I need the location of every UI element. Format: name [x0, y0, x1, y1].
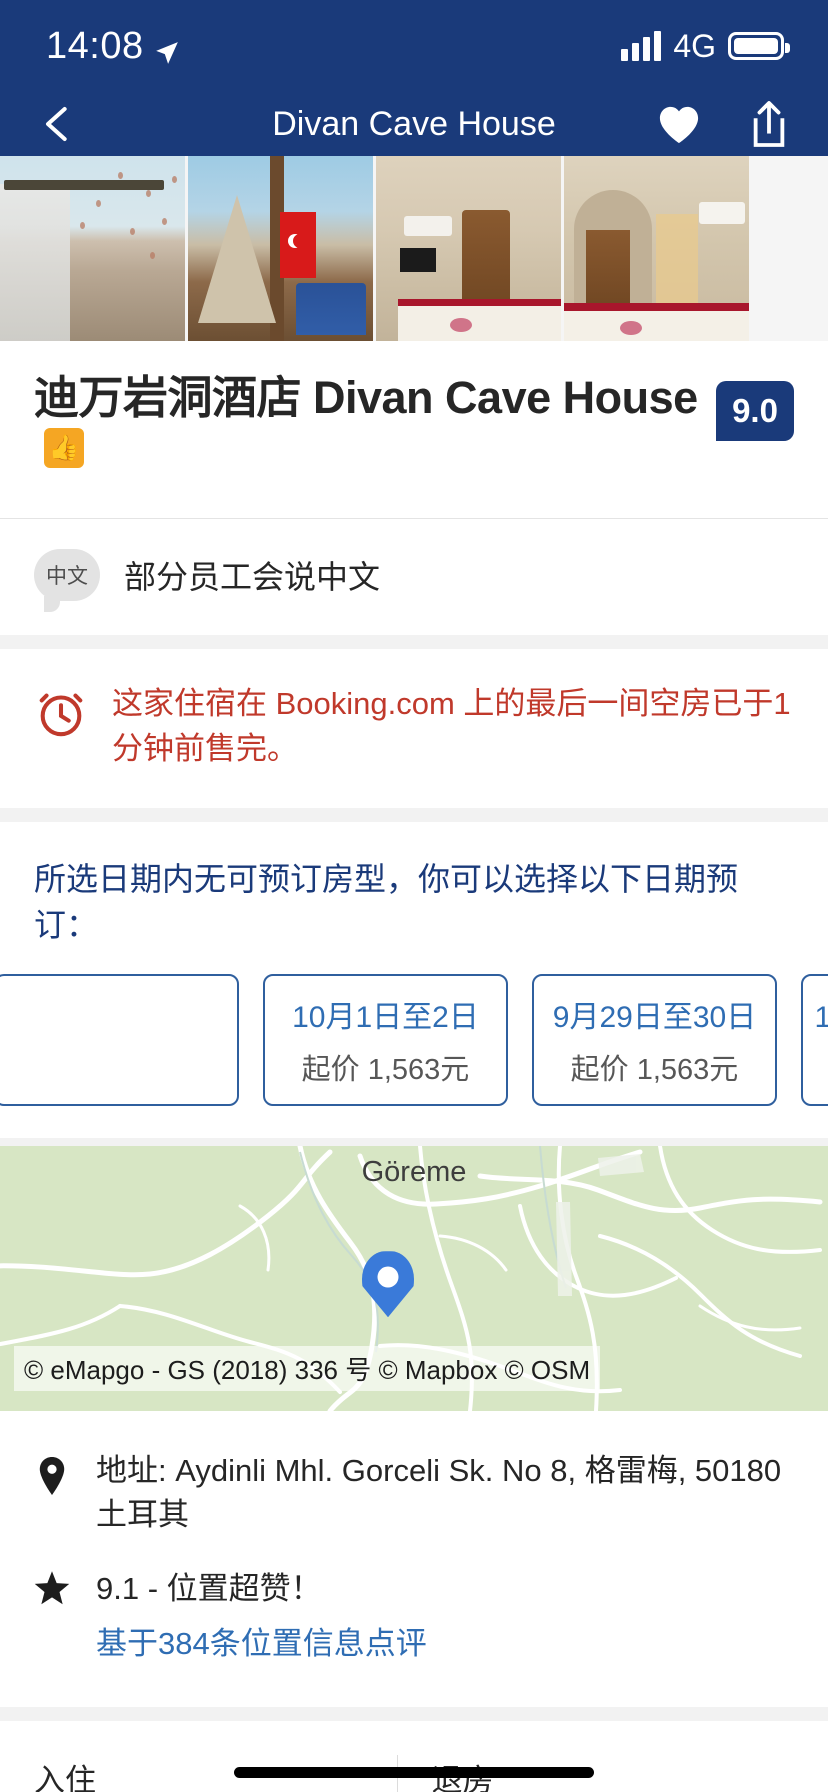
- fairy-chimney-rock: [198, 195, 276, 323]
- section-separator: [0, 1707, 828, 1722]
- section-separator: [0, 635, 828, 649]
- star-icon: [34, 1563, 70, 1606]
- heart-icon: [659, 106, 699, 144]
- section-separator: [0, 1138, 828, 1147]
- gallery-photo[interactable]: [376, 156, 561, 341]
- alert-row: 这家住宿在 Booking.com 上的最后一间空房已于1分钟前售完。: [0, 649, 828, 808]
- status-bar-time: 14:08: [46, 24, 144, 67]
- alternative-dates-carousel[interactable]: 10月1日至2日 起价 1,563元 9月29日至30日 起价 1,563元 1…: [0, 948, 828, 1138]
- alternative-dates-block: 所选日期内无可预订房型，你可以选择以下日期预订： 10月1日至2日 起价 1,5…: [0, 822, 828, 1139]
- stay-dates-card: 入住 10月3日 周四 退房 10月4日 周五: [0, 1721, 828, 1792]
- app-screen: 14:08 4G Divan Cave House 迪万岩洞酒店 Divan C…: [0, 0, 828, 1792]
- bed: [564, 303, 749, 341]
- property-header-card: 迪万岩洞酒店 Divan Cave House 9.0 中文 部分员工会说中文: [0, 341, 828, 635]
- chevron-left-icon: [46, 107, 67, 141]
- location-map[interactable]: Göreme © eMapgo - GS (2018) 336 号 © Mapb…: [0, 1146, 828, 1412]
- title-row: 迪万岩洞酒店 Divan Cave House 9.0: [0, 341, 828, 518]
- battery-icon: [728, 32, 790, 60]
- location-score-text: 9.1 - 位置超赞！: [96, 1571, 322, 1607]
- property-name: 迪万岩洞酒店 Divan Cave House: [34, 372, 698, 423]
- language-text: 部分员工会说中文: [124, 559, 381, 595]
- turkish-flag: [280, 212, 316, 278]
- review-score-badge[interactable]: 9.0: [716, 381, 794, 441]
- wooden-door: [586, 230, 630, 312]
- status-bar-left: 14:08: [46, 25, 180, 68]
- hot-air-balloons: [0, 156, 185, 341]
- air-conditioner: [699, 202, 745, 224]
- address-text: 地址: Aydinli Mhl. Gorceli Sk. No 8, 格雷梅, …: [96, 1453, 782, 1533]
- share-button[interactable]: [748, 99, 790, 149]
- map-attribution[interactable]: © eMapgo - GS (2018) 336 号 © Mapbox © OS…: [14, 1346, 601, 1392]
- date-option-card[interactable]: 10月1日至2日 起价 1,563元: [263, 974, 508, 1107]
- status-bar: 14:08 4G: [0, 0, 828, 92]
- date-price: 起价 1,563元: [301, 1054, 470, 1087]
- date-range: 10月1日至2日: [292, 1001, 479, 1035]
- gallery-photo[interactable]: [0, 156, 185, 341]
- location-score-body: 9.1 - 位置超赞！ 基于384条位置信息点评: [96, 1563, 794, 1663]
- gallery-photo[interactable]: [564, 156, 749, 341]
- alert-text: 这家住宿在 Booking.com 上的最后一间空房已于1分钟前售完。: [112, 686, 791, 767]
- cafe-guests: [296, 283, 366, 335]
- date-option-card[interactable]: 11月25日至26日 起价 570元: [801, 974, 828, 1107]
- property-name-wrap: 迪万岩洞酒店 Divan Cave House: [34, 369, 700, 488]
- location-info-card: 地址: Aydinli Mhl. Gorceli Sk. No 8, 格雷梅, …: [0, 1411, 828, 1708]
- tv-set: [400, 248, 436, 272]
- date-range: 11月25日至26日: [814, 1001, 828, 1035]
- bed: [398, 299, 561, 341]
- date-option-card[interactable]: [0, 974, 239, 1107]
- date-range: 9月29日至30日: [552, 1001, 757, 1035]
- alternative-dates-card: 所选日期内无可预订房型，你可以选择以下日期预订： 10月1日至2日 起价 1,5…: [0, 821, 828, 1139]
- nav-actions: [656, 99, 790, 149]
- status-bar-right: 4G: [621, 27, 790, 65]
- share-icon: [753, 101, 785, 147]
- home-indicator: [234, 1767, 594, 1778]
- air-conditioner: [404, 216, 452, 236]
- alternative-dates-lead: 所选日期内无可预订房型，你可以选择以下日期预订：: [34, 860, 739, 943]
- date-price: 起价 1,563元: [570, 1054, 739, 1087]
- address-row[interactable]: 地址: Aydinli Mhl. Gorceli Sk. No 8, 格雷梅, …: [34, 1441, 794, 1555]
- location-reviews-link[interactable]: 基于384条位置信息点评: [96, 1626, 427, 1661]
- favorite-button[interactable]: [656, 103, 702, 145]
- sold-out-alert-card: 这家住宿在 Booking.com 上的最后一间空房已于1分钟前售完。: [0, 649, 828, 808]
- section-separator: [0, 807, 828, 822]
- map-place-label: Göreme: [361, 1156, 467, 1189]
- alarm-clock-icon: [34, 685, 88, 739]
- date-option-card[interactable]: 9月29日至30日 起价 1,563元: [532, 974, 777, 1107]
- signal-bars-icon: [621, 31, 662, 61]
- navigation-bar: Divan Cave House: [0, 92, 828, 156]
- map-pin-icon: [34, 1449, 70, 1496]
- stay-dates-row: 入住 10月3日 周四 退房 10月4日 周五: [0, 1721, 828, 1792]
- photo-gallery[interactable]: [0, 156, 828, 341]
- thumbs-up-icon: [44, 427, 84, 468]
- location-score-row[interactable]: 9.1 - 位置超赞！ 基于384条位置信息点评: [34, 1555, 794, 1681]
- language-row: 中文 部分员工会说中文: [0, 519, 828, 635]
- gallery-photo[interactable]: [188, 156, 373, 341]
- lit-corridor: [656, 214, 698, 308]
- chinese-speech-bubble-icon: 中文: [34, 549, 100, 612]
- back-button[interactable]: [38, 97, 92, 151]
- location-arrow-icon: [154, 33, 180, 64]
- network-type-label: 4G: [673, 27, 716, 64]
